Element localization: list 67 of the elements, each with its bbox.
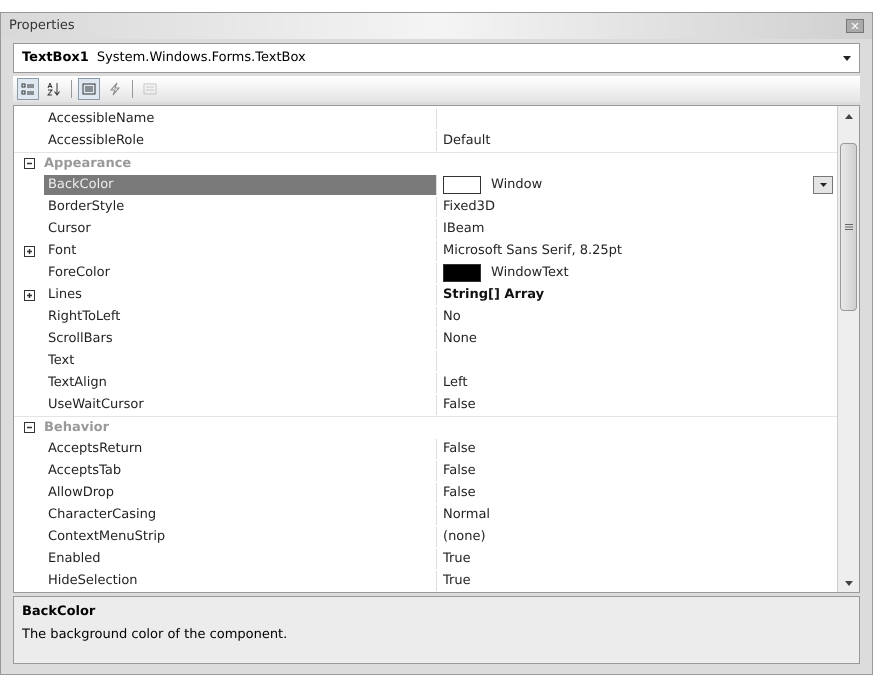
description-title: BackColor <box>22 603 96 621</box>
property-value: Microsoft Sans Serif, 8.25pt <box>443 242 622 260</box>
properties-button[interactable] <box>78 78 100 100</box>
property-name[interactable]: AccessibleName <box>44 109 436 129</box>
property-name[interactable]: BorderStyle <box>44 197 436 217</box>
property-value: None <box>443 330 477 348</box>
property-value: False <box>443 396 476 414</box>
sort-alphabetical-icon <box>47 82 61 96</box>
property-value: No <box>443 308 461 326</box>
category-label: Appearance <box>44 154 132 173</box>
dropdown-arrow-icon <box>820 183 826 187</box>
property-value: WindowText <box>491 264 569 282</box>
property-name[interactable]: TextAlign <box>44 373 436 393</box>
property-value: Window <box>491 176 542 194</box>
property-name[interactable]: UseWaitCursor <box>44 395 436 415</box>
property-value: True <box>443 572 471 590</box>
property-name[interactable]: AllowDrop <box>44 483 436 503</box>
lightning-icon <box>108 82 122 96</box>
scroll-up-arrow-icon <box>844 114 852 119</box>
property-value: (none) <box>443 528 486 546</box>
property-value: False <box>443 484 476 502</box>
property-value: False <box>443 462 476 480</box>
expand-icon[interactable] <box>24 246 34 256</box>
close-icon <box>851 23 859 29</box>
property-name[interactable]: Text <box>44 351 436 371</box>
object-name: TextBox1 <box>22 49 89 68</box>
property-name[interactable]: AccessibleRole <box>44 131 436 151</box>
description-text: The background color of the component. <box>22 626 288 644</box>
property-name[interactable]: ContextMenuStrip <box>44 527 436 547</box>
property-value: Normal <box>443 506 490 524</box>
property-name[interactable]: AcceptsReturn <box>44 439 436 459</box>
dropdown-arrow-icon <box>843 56 851 60</box>
property-name[interactable]: Lines <box>44 285 436 305</box>
property-list-icon <box>82 82 96 96</box>
property-name[interactable]: Enabled <box>44 549 436 569</box>
collapse-icon[interactable] <box>24 422 34 433</box>
property-value: Default <box>443 132 490 150</box>
scrollbar[interactable] <box>837 106 859 592</box>
property-name[interactable]: RightToLeft <box>44 307 436 327</box>
property-name[interactable]: ScrollBars <box>44 329 436 349</box>
scrollbar-thumb[interactable] <box>840 143 857 311</box>
expand-icon[interactable] <box>24 290 34 300</box>
property-value: Left <box>443 374 468 392</box>
property-value: False <box>443 440 476 458</box>
categorized-view-icon <box>21 82 35 96</box>
property-name[interactable]: Font <box>44 241 436 261</box>
property-name[interactable]: AcceptsTab <box>44 461 436 481</box>
object-type: System.Windows.Forms.TextBox <box>96 49 307 68</box>
property-name[interactable]: BackColor <box>44 175 436 195</box>
window-title: Properties <box>9 17 75 36</box>
categorized-button[interactable] <box>17 78 39 100</box>
property-value: Fixed3D <box>443 198 495 216</box>
property-value: String[] Array <box>443 286 544 304</box>
property-pages-icon <box>143 82 157 96</box>
property-value: True <box>443 550 471 568</box>
property-name[interactable]: HideSelection <box>44 571 436 591</box>
close-button[interactable] <box>846 19 864 33</box>
property-name[interactable]: ForeColor <box>44 263 436 283</box>
scroll-down-arrow-icon <box>844 581 852 586</box>
object-selector[interactable]: TextBox1 System.Windows.Forms.TextBox <box>13 43 860 73</box>
collapse-icon[interactable] <box>24 158 34 169</box>
property-name[interactable]: Cursor <box>44 219 436 239</box>
category-label: Behavior <box>44 418 110 437</box>
value-dropdown-button[interactable] <box>813 176 833 194</box>
property-value: IBeam <box>443 220 484 238</box>
property-name[interactable]: CharacterCasing <box>44 505 436 525</box>
grip-icon <box>844 224 852 230</box>
